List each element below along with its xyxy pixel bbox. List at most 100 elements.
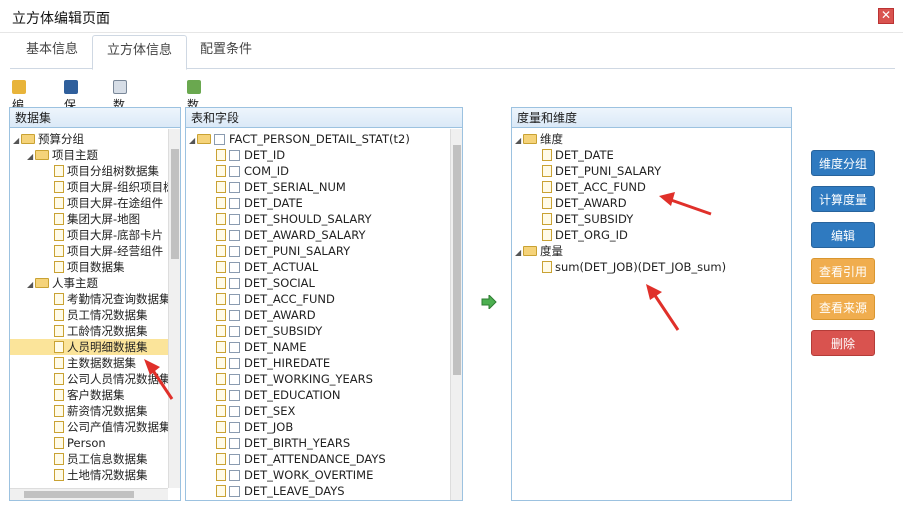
field-row[interactable]: DET_ATTENDANCE_DAYS [216,451,386,467]
field-row[interactable]: DET_HIREDATE [216,355,330,371]
field-row[interactable]: DET_AWARD_SALARY [216,227,366,243]
field-checkbox[interactable] [229,294,240,305]
tree-group-project[interactable]: ◢ 项目主题 [27,147,98,163]
tab-cube-info[interactable]: 立方体信息 [92,35,188,70]
field-row[interactable]: DET_SEX [216,403,295,419]
field-checkbox[interactable] [229,326,240,337]
list-item[interactable]: 员工信息数据集 [54,451,148,467]
field-checkbox[interactable] [229,342,240,353]
view-reference-button[interactable]: 查看引用 [811,258,875,284]
field-checkbox[interactable] [229,454,240,465]
list-item[interactable]: 客户数据集 [54,387,125,403]
list-item[interactable]: 主数据数据集 [54,355,136,371]
field-checkbox[interactable] [229,486,240,497]
dataset-horizontal-scrollbar[interactable] [10,488,168,500]
scrollbar-thumb[interactable] [171,149,179,259]
field-checkbox[interactable] [229,470,240,481]
field-checkbox[interactable] [229,246,240,257]
dimension-item[interactable]: DET_AWARD [542,195,627,211]
api-button[interactable]: 数据接口 [187,78,204,166]
field-row[interactable]: DET_PUNI_SALARY [216,243,350,259]
list-item[interactable]: 项目大屏-经营组件 [54,243,163,259]
field-checkbox[interactable] [229,182,240,193]
field-checkbox[interactable] [229,198,240,209]
view-source-button[interactable]: 查看来源 [811,294,875,320]
tree-group-budget[interactable]: ◢ 预算分组 [13,131,84,147]
dimension-item[interactable]: DET_SUBSIDY [542,211,633,227]
field-row[interactable]: DET_JOB [216,419,293,435]
list-item[interactable]: 工龄情况数据集 [54,323,148,339]
dimension-group[interactable]: ◢ 维度 [515,131,563,147]
fields-panel: 表和字段 ◢ FACT_PERSON_DETAIL_STAT(t2) DET_ID… [185,107,463,501]
field-checkbox[interactable] [229,438,240,449]
field-checkbox[interactable] [229,390,240,401]
field-row[interactable]: DET_BIRTH_YEARS [216,435,350,451]
field-checkbox[interactable] [229,230,240,241]
dataset-vertical-scrollbar[interactable] [168,129,180,488]
list-item[interactable]: 项目数据集 [54,259,125,275]
list-item[interactable]: 员工情况数据集 [54,307,148,323]
field-checkbox[interactable] [229,422,240,433]
field-checkbox[interactable] [229,374,240,385]
field-checkbox[interactable] [229,278,240,289]
list-item[interactable]: 项目大屏-在途组件 [54,195,163,211]
dimension-group-button[interactable]: 维度分组 [811,150,875,176]
measure-group[interactable]: ◢ 度量 [515,243,563,259]
field-checkbox[interactable] [229,262,240,273]
tab-config[interactable]: 配置条件 [186,35,266,69]
scrollbar-thumb[interactable] [453,145,461,375]
field-row[interactable]: DET_WORK_OVERTIME [216,467,373,483]
list-item[interactable]: 公司人员情况数据集 [54,371,171,387]
dimension-item[interactable]: DET_DATE [542,147,614,163]
field-row[interactable]: DET_SERIAL_NUM [216,179,346,195]
save-button[interactable]: 保存 [64,78,81,130]
field-row[interactable]: DET_EDUCATION [216,387,341,403]
measure-item[interactable]: sum(DET_JOB)(DET_JOB_sum) [542,259,726,275]
list-item[interactable]: 考勤情况查询数据集 [54,291,171,307]
edit-measure-button[interactable]: 编辑 [811,222,875,248]
field-row[interactable]: DET_SHOULD_SALARY [216,211,372,227]
list-item[interactable]: 项目大屏-组织项目树 [54,179,175,195]
list-item[interactable]: 土地情况数据集 [54,467,148,483]
list-item-selected[interactable]: 人员明细数据集 [10,339,168,355]
file-icon [216,437,226,449]
field-row[interactable]: DET_AWARD [216,307,316,323]
field-row[interactable]: DET_ID [216,147,285,163]
fields-vertical-scrollbar[interactable] [450,129,462,500]
field-row[interactable]: DET_WORKING_YEARS [216,371,373,387]
field-row[interactable]: DET_NAME [216,339,307,355]
preview-button[interactable]: 数据预览 [113,78,130,166]
field-row[interactable]: DET_DATE [216,195,303,211]
tab-basic-info[interactable]: 基本信息 [12,35,92,69]
field-checkbox[interactable] [229,214,240,225]
list-item[interactable]: 公司产值情况数据集 [54,419,171,435]
list-item[interactable]: 项目分组树数据集 [54,163,159,179]
table-checkbox[interactable] [214,134,225,145]
edit-button[interactable]: 编辑 [12,78,29,130]
delete-button[interactable]: 删除 [811,330,875,356]
field-row[interactable]: DET_LEAVE_DAYS [216,483,345,499]
field-checkbox[interactable] [229,166,240,177]
tree-group-hr[interactable]: ◢ 人事主题 [27,275,98,291]
list-item[interactable]: 集团大屏-地图 [54,211,140,227]
field-row[interactable]: DET_SOCIAL [216,275,315,291]
field-checkbox[interactable] [229,358,240,369]
list-item[interactable]: 项目大屏-底部卡片 [54,227,163,243]
field-row[interactable]: DET_ACC_FUND [216,291,335,307]
field-checkbox[interactable] [229,150,240,161]
field-row[interactable]: DET_SUBSIDY [216,323,322,339]
field-checkbox[interactable] [229,310,240,321]
field-row[interactable]: COM_ID [216,163,289,179]
list-item[interactable]: Person [54,435,106,451]
close-icon[interactable]: ✕ [878,8,894,24]
dimension-item[interactable]: DET_ACC_FUND [542,179,646,195]
dimension-item[interactable]: DET_PUNI_SALARY [542,163,661,179]
field-checkbox[interactable] [229,406,240,417]
table-node[interactable]: ◢ FACT_PERSON_DETAIL_STAT(t2) [189,131,410,147]
move-right-arrow-icon[interactable] [481,295,497,309]
calc-measure-button[interactable]: 计算度量 [811,186,875,212]
scrollbar-thumb[interactable] [24,491,134,498]
field-row[interactable]: DET_ACTUAL [216,259,318,275]
list-item[interactable]: 薪资情况数据集 [54,403,148,419]
dimension-item[interactable]: DET_ORG_ID [542,227,628,243]
